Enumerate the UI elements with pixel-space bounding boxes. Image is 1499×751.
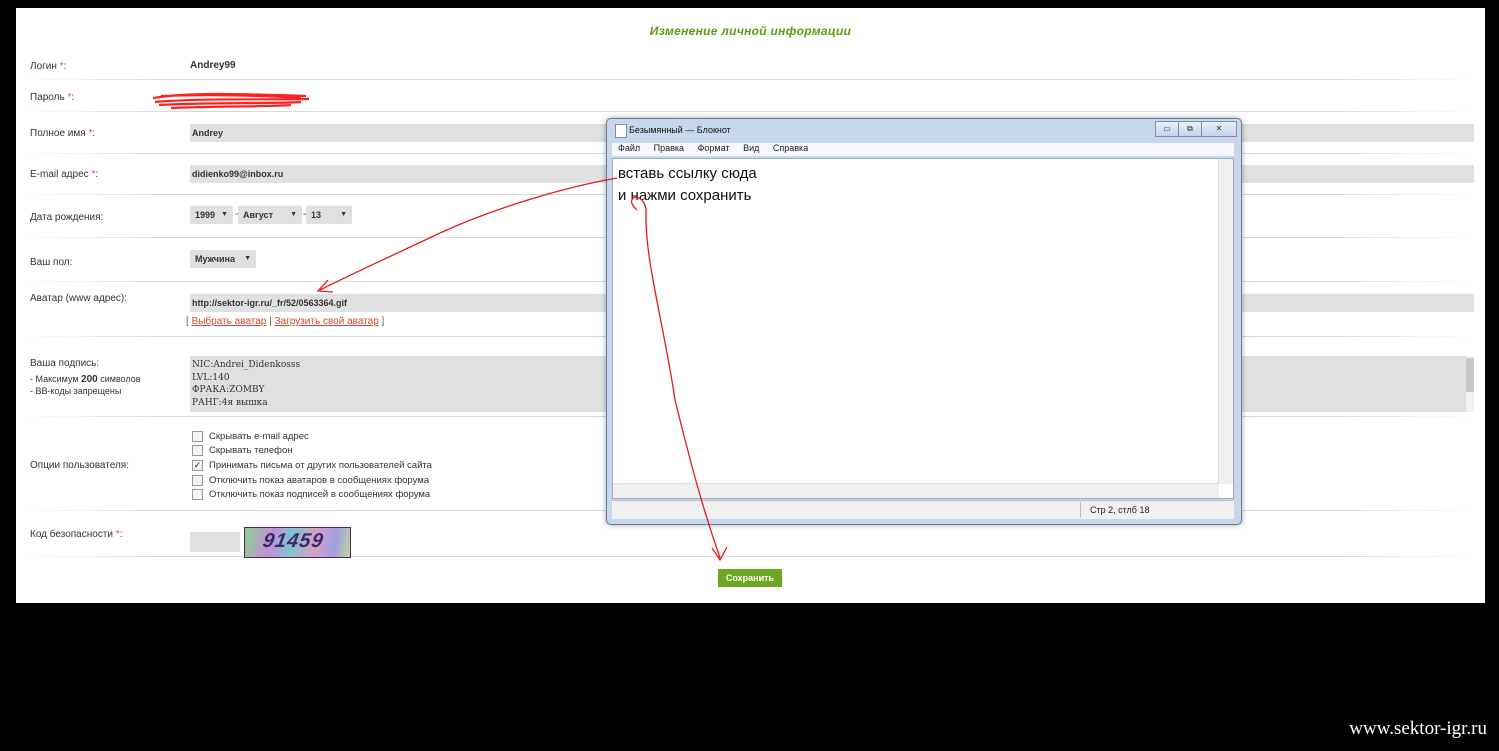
arrow-to-avatar-field (319, 177, 618, 291)
annotation-arrows (316, 177, 728, 562)
arrow-to-save-button (630, 197, 721, 559)
watermark: www.sektor-igr.ru (1349, 718, 1487, 739)
